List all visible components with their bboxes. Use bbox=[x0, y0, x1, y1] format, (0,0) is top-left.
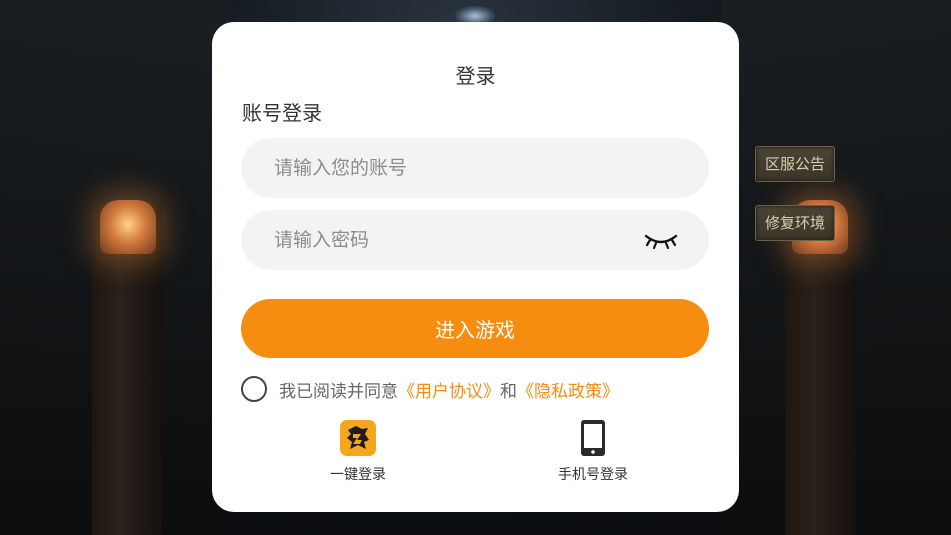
password-field bbox=[241, 210, 709, 270]
account-field bbox=[241, 138, 709, 198]
background-pillar-right bbox=[785, 205, 855, 535]
account-login-label: 账号登录 bbox=[242, 101, 322, 125]
server-notice-button[interactable]: 区服公告 bbox=[755, 146, 835, 182]
agreement-prefix: 我已阅读并同意 bbox=[279, 381, 398, 402]
eye-closed-icon[interactable] bbox=[643, 228, 679, 252]
phone-login-option[interactable]: 手机号登录 bbox=[523, 420, 663, 484]
agreement-checkbox[interactable] bbox=[241, 376, 267, 402]
repair-environment-button[interactable]: 修复环境 bbox=[755, 205, 835, 241]
agreement-and: 和 bbox=[500, 381, 517, 402]
agreement-row: 我已阅读并同意 《用户协议》 和 《隐私政策》 bbox=[241, 376, 619, 402]
quick-login-option[interactable]: 一键登录 bbox=[288, 420, 428, 484]
user-agreement-link[interactable]: 《用户协议》 bbox=[398, 377, 500, 402]
enter-game-button[interactable]: 进入游戏 bbox=[241, 299, 709, 358]
mobile-phone-icon bbox=[581, 420, 605, 456]
dialog-title: 登录 bbox=[455, 64, 496, 88]
quick-login-dragon-icon bbox=[340, 420, 376, 456]
account-input[interactable] bbox=[272, 156, 616, 180]
privacy-policy-link[interactable]: 《隐私政策》 bbox=[517, 377, 619, 402]
quick-login-label: 一键登录 bbox=[330, 467, 386, 483]
phone-login-label: 手机号登录 bbox=[558, 467, 628, 483]
password-input[interactable] bbox=[272, 228, 616, 252]
login-dialog: 登录 账号登录 进入游戏 我已阅读并同意 《用户协议》 和 《隐私政策》 一键登… bbox=[212, 22, 739, 512]
background-lamp-left bbox=[100, 200, 156, 254]
background-pillar-left bbox=[92, 205, 162, 535]
